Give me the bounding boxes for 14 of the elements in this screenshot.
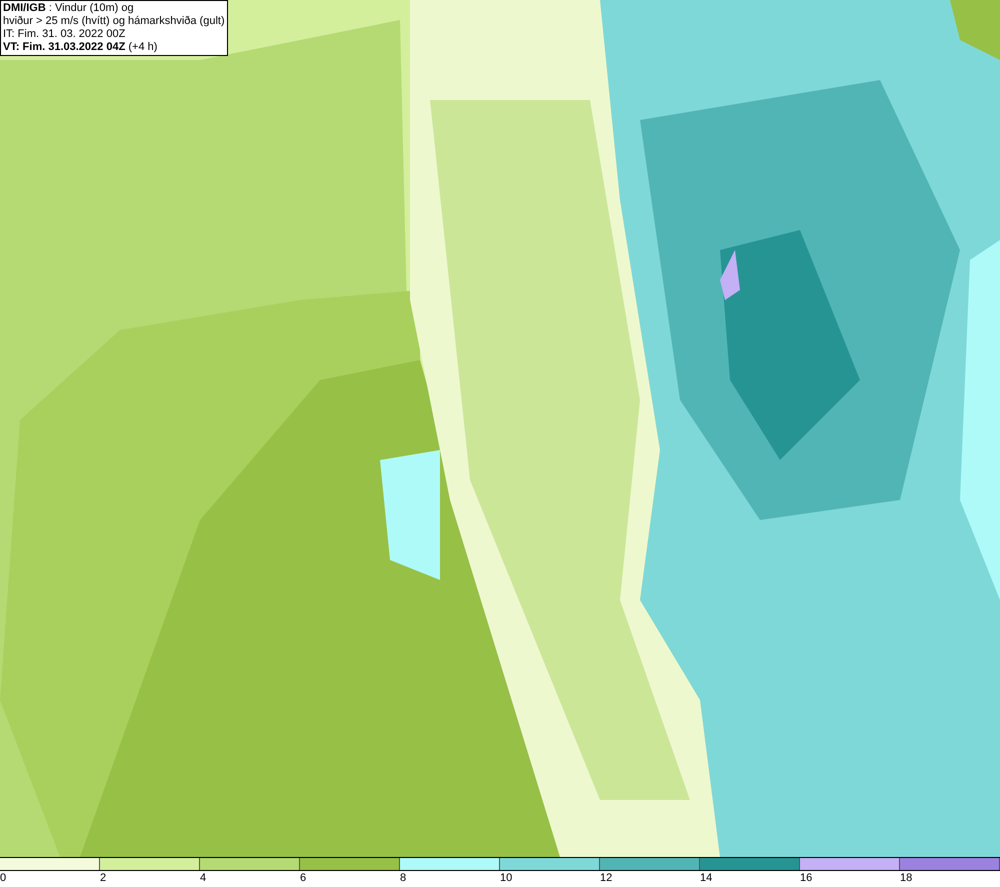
info-text: DMI/IGB : Vindur (10m) og [3,2,135,15]
scale-label: 10 [500,871,512,886]
scale-label: 2 [100,871,106,886]
scale-label: 18 [900,871,912,886]
scale-label: 4 [200,871,206,886]
info-text: IT: Fim. 31. 03. 2022 00Z [3,28,126,41]
scale-label: 14 [700,871,712,886]
scale-label: 6 [300,871,306,886]
info-text: hviður > 25 m/s (hvítt) og hámarkshviða (gult) [3,15,225,28]
scale-label: 8 [400,871,406,886]
scale-label: 12 [600,871,612,886]
scale-label: 16 [800,871,812,886]
scale-label: 0 [0,871,6,886]
info-text: VT: Fim. 31.03.2022 04Z (+4 h) [3,41,158,54]
